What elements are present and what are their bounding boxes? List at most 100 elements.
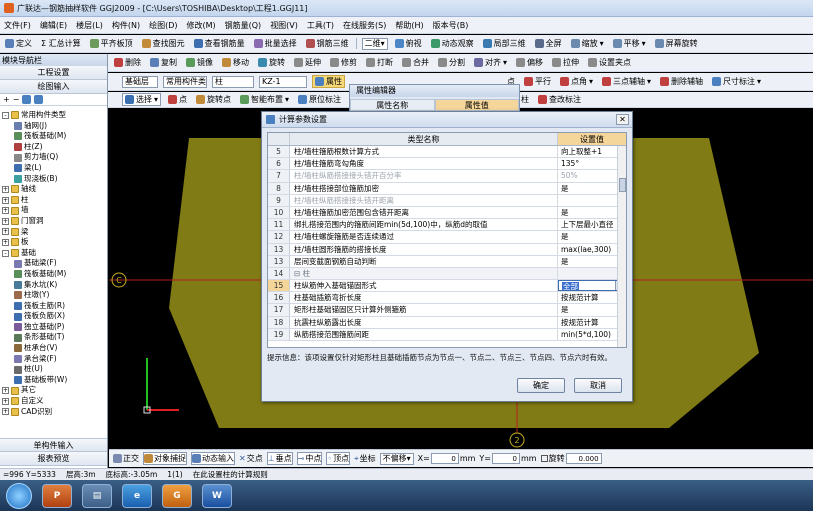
report-preview-button[interactable]: 报表预览 xyxy=(0,452,107,466)
menu-version[interactable]: 版本号(B) xyxy=(433,20,469,31)
y-input[interactable]: 0 xyxy=(492,453,520,464)
param-value-cell[interactable]: 按规范计算 xyxy=(558,317,626,328)
delete-button[interactable]: 删除 xyxy=(112,57,143,68)
param-value-cell[interactable]: max(lae,300) xyxy=(558,244,626,255)
break-button[interactable]: 打断 xyxy=(364,57,395,68)
param-row[interactable]: 17 矩形柱基础锚固区只计算外侧箍筋 是 xyxy=(268,304,626,317)
start-button[interactable] xyxy=(6,482,32,509)
param-value-cell[interactable]: 向上取整+1 xyxy=(558,146,626,157)
param-row[interactable]: 16 柱基础插筋弯折长度 按规范计算 xyxy=(268,292,626,305)
param-row[interactable]: 19 纵筋搭接范围箍筋间距 min(5*d,100) xyxy=(268,328,626,341)
drawing-input-button[interactable]: 绘图输入 xyxy=(0,80,107,94)
tree-item[interactable]: 剪力墙(Q) xyxy=(0,152,107,163)
dimension-button[interactable]: 尺寸标注 ▾ xyxy=(710,76,763,87)
tree-item[interactable]: + 梁 xyxy=(0,227,107,238)
grid-scrollbar[interactable] xyxy=(617,146,626,347)
param-row[interactable]: 5 柱/墙柱箍筋根数计算方式 向上取整+1 xyxy=(268,146,626,159)
tree-down-icon[interactable] xyxy=(34,95,44,104)
tree-item[interactable]: + 其它 xyxy=(0,385,107,396)
tree-item[interactable]: 现浇板(B) xyxy=(0,174,107,185)
move-button[interactable]: 移动 xyxy=(220,57,251,68)
param-row[interactable]: 12 柱/墙柱螺旋箍筋是否连续通过 是 xyxy=(268,231,626,244)
tree-item[interactable]: 柱(Z) xyxy=(0,142,107,153)
fullscreen-button[interactable]: 全屏 xyxy=(533,38,564,49)
param-row[interactable]: 8 柱/墙柱搭接部位箍筋加密 是 xyxy=(268,182,626,195)
menu-online[interactable]: 在线服务(S) xyxy=(343,20,386,31)
define-button[interactable]: 定义 xyxy=(3,38,34,49)
param-row[interactable]: 6 柱/墙柱箍筋弯勾角度 135° xyxy=(268,158,626,171)
menu-edit[interactable]: 编辑(E) xyxy=(40,20,67,31)
align-button[interactable]: 对齐 ▾ xyxy=(472,57,509,68)
tree-minus-icon[interactable]: − xyxy=(13,95,20,104)
tree-item[interactable]: 承台梁(F) xyxy=(0,354,107,365)
flush-slab-button[interactable]: 平齐板顶 xyxy=(88,38,135,49)
param-value-cell[interactable]: 全部▼ xyxy=(558,280,626,292)
dynamic-orbit-button[interactable]: 动态观察 xyxy=(429,38,476,49)
param-row[interactable]: 11 绑扎搭接范围内的箍筋间距min(5d,100)中，纵筋d的取值 上下层最小直径 xyxy=(268,219,626,232)
tree-item[interactable]: 桩承台(V) xyxy=(0,343,107,354)
tree-item[interactable]: + 轴线 xyxy=(0,184,107,195)
tree-item[interactable]: 基础板带(W) xyxy=(0,375,107,386)
tree-item[interactable]: 条形基础(T) xyxy=(0,332,107,343)
ortho-toggle[interactable]: 正交 xyxy=(113,453,139,464)
stretch-button[interactable]: 拉伸 xyxy=(550,57,581,68)
collapse-icon[interactable]: - xyxy=(2,249,9,257)
param-value-cell[interactable]: 是 xyxy=(558,304,626,315)
tree-item[interactable]: 筏板负筋(X) xyxy=(0,311,107,322)
param-row[interactable]: 13 柱/墙柱圆形箍筋的搭接长度 max(lae,300) xyxy=(268,243,626,256)
expand-icon[interactable]: + xyxy=(2,217,9,225)
tree-up-icon[interactable] xyxy=(22,95,32,104)
menu-view[interactable]: 视图(V) xyxy=(270,20,298,31)
menu-file[interactable]: 文件(F) xyxy=(4,20,31,31)
offset-button[interactable]: 偏移 xyxy=(514,57,545,68)
expand-icon[interactable]: + xyxy=(2,387,9,395)
smart-layout-button[interactable]: 智能布置 ▾ xyxy=(238,94,291,105)
param-row[interactable]: 13 层间变截面钢筋自动判断 是 xyxy=(268,255,626,268)
param-value-cell[interactable]: 50% xyxy=(558,170,626,181)
tree-item[interactable]: 筏板基础(M) xyxy=(0,131,107,142)
word-taskbar-icon[interactable]: W xyxy=(202,483,232,508)
select-button[interactable]: 选择 ▾ xyxy=(122,93,162,106)
screen-rotate-button[interactable]: 屏幕旋转 xyxy=(653,38,700,49)
menu-tools[interactable]: 工具(T) xyxy=(307,20,334,31)
zoom-button[interactable]: 缩放 ▾ xyxy=(569,38,606,49)
tree-item[interactable]: 桩(U) xyxy=(0,364,107,375)
param-value-cell[interactable] xyxy=(558,268,626,279)
expand-icon[interactable]: + xyxy=(2,408,9,416)
tree-item[interactable]: 基础梁(F) xyxy=(0,258,107,269)
expand-icon[interactable]: + xyxy=(2,196,9,204)
copy-button[interactable]: 复制 xyxy=(148,57,179,68)
tree-item[interactable]: 柱墩(Y) xyxy=(0,290,107,301)
rotate-checkbox[interactable] xyxy=(540,455,548,462)
ok-button[interactable]: 确定 xyxy=(517,378,565,393)
extend-button[interactable]: 延伸 xyxy=(292,57,323,68)
param-row[interactable]: 7 柱/墙柱纵筋搭接接头错开百分率 50% xyxy=(268,170,626,183)
param-value-cell[interactable]: 是 xyxy=(558,207,626,218)
coordinate-snap[interactable]: ⌖ 坐标 xyxy=(354,453,376,464)
midpoint-snap[interactable]: ⊸ 中点 xyxy=(296,452,323,465)
expand-icon[interactable]: + xyxy=(2,238,9,246)
param-value-cell[interactable]: 按规范计算 xyxy=(558,292,626,303)
split-button[interactable]: 分割 xyxy=(436,57,467,68)
scrollbar-thumb[interactable] xyxy=(619,178,626,192)
dynamic-input-toggle[interactable]: 动态输入 xyxy=(191,452,235,465)
param-value-cell[interactable]: 是 xyxy=(558,231,626,242)
param-value-cell[interactable]: min(5*d,100) xyxy=(558,329,626,340)
param-row[interactable]: 14 ⊟ 柱 xyxy=(268,267,626,281)
vertex-snap[interactable]: ◦ 顶点 xyxy=(326,452,351,465)
find-element-button[interactable]: 查找图元 xyxy=(140,38,187,49)
intersection-snap[interactable]: ✕ 交点 xyxy=(239,453,263,464)
member-name-select[interactable]: KZ-1 xyxy=(259,75,307,88)
type-select[interactable]: 常用构件类 xyxy=(163,75,207,88)
close-icon[interactable]: ✕ xyxy=(616,114,629,125)
tree-item[interactable]: + CAD识别 xyxy=(0,407,107,418)
param-value-cell[interactable]: 是 xyxy=(558,256,626,267)
param-value-cell[interactable]: 上下层最小直径 xyxy=(558,219,626,230)
tree-item[interactable]: 独立基础(P) xyxy=(0,322,107,333)
param-row[interactable]: 10 柱/墙柱箍筋加密范围包含错开距离 是 xyxy=(268,206,626,220)
set-grip-button[interactable]: 设置夹点 xyxy=(586,57,633,68)
point-button[interactable]: 点 xyxy=(166,94,189,105)
tree-item[interactable]: + 门窗洞 xyxy=(0,216,107,227)
param-value-cell[interactable]: 是 xyxy=(558,183,626,194)
tree-item[interactable]: 梁(L) xyxy=(0,163,107,174)
